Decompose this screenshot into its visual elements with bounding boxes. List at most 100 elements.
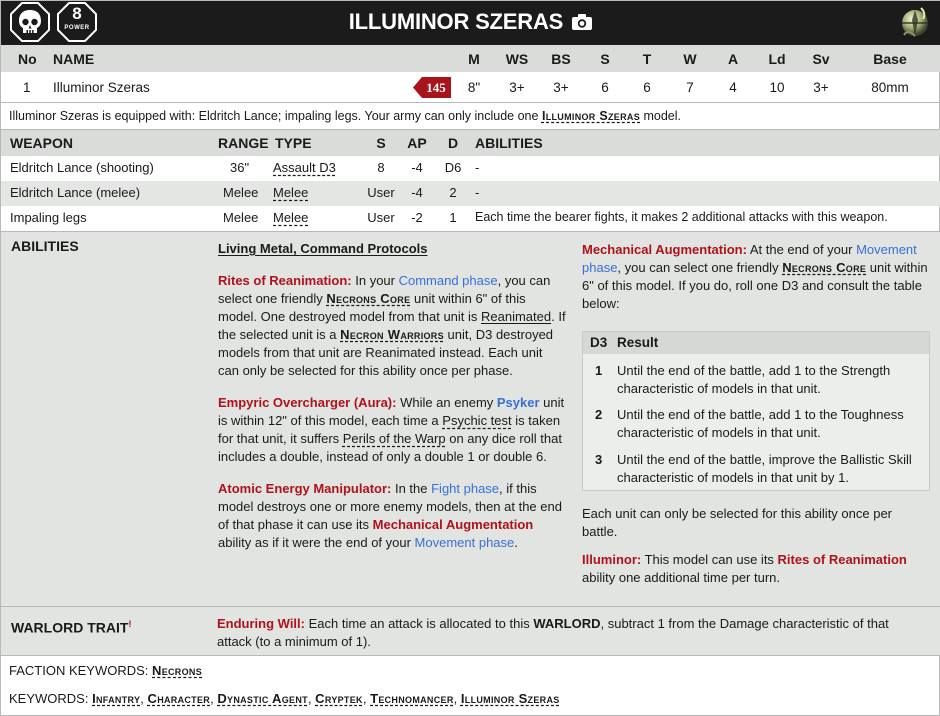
ability-name: Mechanical Augmentation: [582,242,747,257]
d3-result: Until the end of the battle, improve the… [617,452,912,485]
weapons-header-row: WEAPON RANGE TYPE S AP D ABILITIES [1,130,940,156]
shared-ability-command-protocols[interactable]: Command Protocols [300,241,427,256]
weapon-type[interactable]: Assault D3 [273,160,336,175]
command-phase-link[interactable]: Command phase [399,273,498,288]
stat-bs: 3+ [553,80,569,95]
shared-ability-living-metal[interactable]: Living Metal [218,241,293,256]
col-ap: AP [407,135,427,151]
col-type: TYPE [275,135,312,151]
stat-a: 4 [729,80,737,95]
weapon-type[interactable]: Melee [273,210,308,225]
warlord-trait-label: WARLORD TRAIT [11,619,129,636]
ability-text: ability one additional time per turn. [582,570,781,585]
ability-text: , you can select one friendly [617,260,783,275]
d3-roll: 3 [595,452,603,467]
weapon-s: 8 [377,160,385,175]
ability-text: ability as if it were the end of your [218,535,415,550]
warlord-trait-section: WARLORD TRAIT! Enduring Will: Each time … [1,606,940,656]
psychic-test-link[interactable]: Psychic test [442,413,511,428]
keyword-sep: , [362,691,371,706]
ability-atomic-energy-manipulator: Atomic Energy Manipulator: In the Fight … [218,480,566,552]
necron-warriors-keyword[interactable]: Necron Warriors [340,327,444,342]
points-value: 145 [426,80,446,95]
keywords-line: KEYWORDS: Infantry, Character, Dynastic … [1,691,940,706]
stat-s: 6 [601,80,609,95]
stats-row: 1 Illuminor Szeras 8" 3+ 3+ 6 6 7 4 10 3… [1,72,940,102]
d3-roll: 2 [595,407,603,422]
weapon-type[interactable]: Melee [273,185,308,200]
weapon-name: Impaling legs [10,210,87,225]
keyword-sep: , [453,691,461,706]
keyword[interactable]: Character [148,691,211,706]
keywords-label: KEYWORDS: [9,691,93,706]
equipment-keyword[interactable]: Illuminor Szeras [542,109,640,123]
col-abilities: ABILITIES [475,135,543,151]
fight-phase-link[interactable]: Fight phase [431,481,499,496]
necrons-core-keyword[interactable]: Necrons Core [782,260,866,275]
equipment-text: Illuminor Szeras is equipped with: Eldri… [9,109,542,123]
weapon-ap: -4 [411,160,423,175]
abilities-left-column: Living Metal, Command Protocols Rites of… [218,240,566,566]
weapon-s: User [367,210,395,225]
abilities-right-column: Mechanical Augmentation: At the end of y… [582,241,932,327]
warlord-trait-title: WARLORD TRAIT! [11,619,131,636]
d3-col-result: Result [617,335,659,350]
col-ws: WS [505,51,529,67]
ability-empyric-overcharger: Empyric Overcharger (Aura): While an ene… [218,394,566,466]
col-sv: Sv [812,51,830,67]
weapon-row: Eldritch Lance (shooting) 36" Assault D3… [1,156,940,181]
stats-header-row: No NAME M WS BS S T W A Ld Sv Base [1,45,940,72]
keyword[interactable]: Technomancer [370,691,454,706]
weapon-ap: -2 [411,210,423,225]
camera-icon[interactable] [571,13,593,31]
ability-text: While an enemy [396,395,497,410]
ability-text: . [514,535,518,550]
ability-name: Rites of Reanimation: [218,273,352,288]
stat-w: 7 [686,80,694,95]
col-d: D [447,135,459,151]
keyword[interactable]: Dynastic Agent [217,691,308,706]
weapon-row: Impaling legs Melee Melee User -2 1 Each… [1,206,940,231]
col-s: S [600,51,610,67]
d3-table-header: D3 Result [583,332,929,354]
ability-name: Illuminor: [582,552,642,567]
equipment-suffix: model. [640,109,682,123]
movement-phase-link[interactable]: Movement phase [415,535,515,550]
page-title: ILLUMINOR SZERAS [348,9,564,34]
col-weapon: WEAPON [10,135,73,151]
weapon-range: Melee [223,185,259,200]
weapon-range: 36" [230,160,250,175]
weapon-d: D6 [444,160,462,175]
keyword-sep: , [140,691,148,706]
weapon-d: 2 [449,185,457,200]
weapon-name: Eldritch Lance (melee) [10,185,141,200]
weapon-abilities: - [475,185,480,200]
keyword[interactable]: Infantry [92,691,140,706]
title-container: ILLUMINOR SZERAS [1,9,940,35]
equipment-line: Illuminor Szeras is equipped with: Eldri… [1,102,940,130]
perils-of-the-warp-link[interactable]: Perils of the Warp [343,431,446,446]
d3-col-d3: D3 [590,335,608,350]
necrons-core-keyword[interactable]: Necrons Core [326,291,410,306]
faction-keyword[interactable]: Necrons [152,663,202,678]
psyker-keyword[interactable]: Psyker [497,395,540,410]
d3-result: Until the end of the battle, add 1 to th… [617,363,891,396]
ability-text: In your [351,273,399,288]
keyword[interactable]: Cryptek [315,691,363,706]
datasheet-header: 8 POWER ILLUMINOR SZERAS [1,1,940,45]
ability-mechanical-augmentation: Mechanical Augmentation: At the end of y… [582,241,932,313]
warlord-trait-name: Enduring Will: [217,616,305,631]
warlord-alert-icon[interactable]: ! [128,619,131,629]
d3-roll: 1 [595,363,603,378]
col-range: RANGE [218,135,269,151]
abilities-right-lower: Each unit can only be selected for this … [582,505,930,601]
weapon-abilities: - [475,160,480,175]
col-t: T [642,51,652,67]
keyword[interactable]: Illuminor Szeras [461,691,560,706]
col-bs: BS [551,51,571,67]
mechanical-augmentation-ref: Mechanical Augmentation [372,517,534,532]
reanimated-link[interactable]: Reanimated [481,309,551,324]
rites-of-reanimation-ref: Rites of Reanimation [777,552,907,567]
ability-name: Atomic Energy Manipulator: [218,481,392,496]
abilities-title: ABILITIES [11,238,79,254]
